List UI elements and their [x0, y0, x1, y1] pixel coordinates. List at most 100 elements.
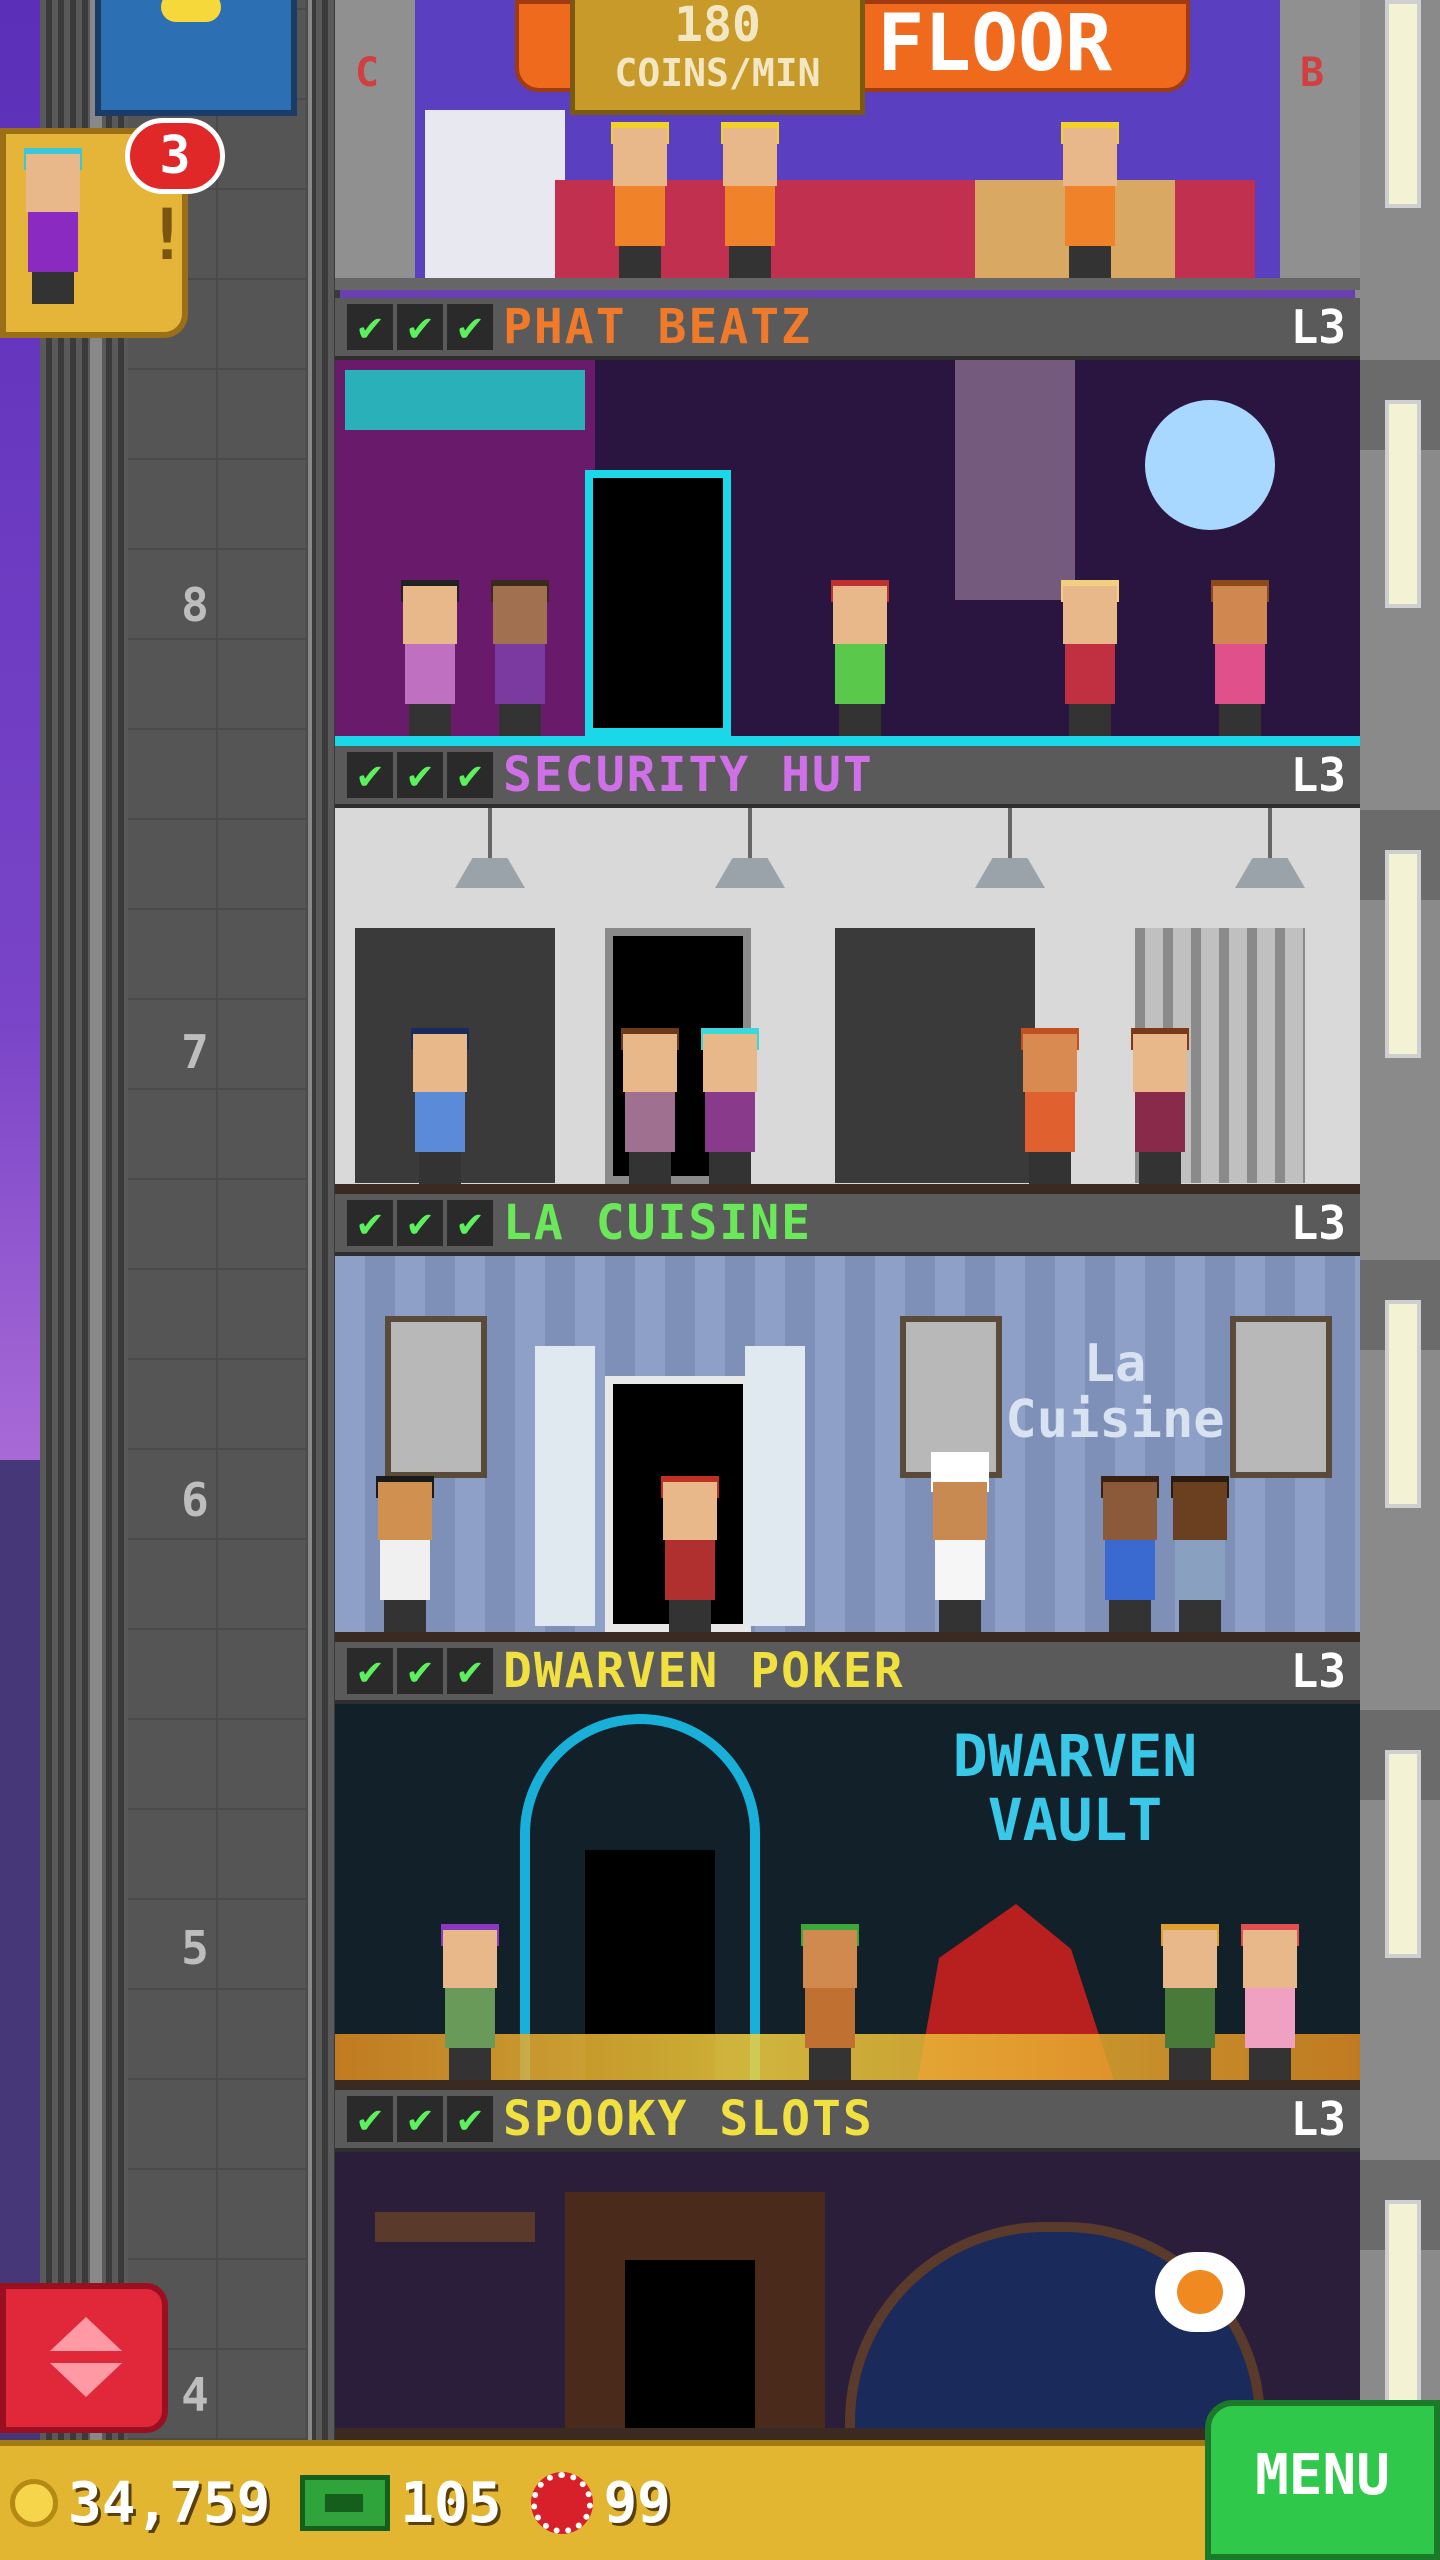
stock-checks: ✔ ✔ ✔	[347, 304, 493, 350]
shaft-floor-number-5: 5	[181, 1921, 209, 1975]
bitizen[interactable]	[395, 580, 465, 736]
room-la-cuisine: La Cuisine	[335, 1256, 1360, 1644]
floor-la-cuisine[interactable]: ✔ ✔ ✔ LA CUISINE L3 La Cuisine	[335, 1194, 1360, 1644]
floor-security-hut[interactable]: ✔ ✔ ✔ SECURITY HUT L3	[335, 746, 1360, 1196]
room-spooky-slots	[335, 2152, 1360, 2440]
bitizen[interactable]	[435, 1924, 505, 2080]
bitizen[interactable]	[825, 580, 895, 736]
tower-window	[1385, 1300, 1421, 1508]
chandelier	[375, 2212, 535, 2242]
neon-bar-light	[345, 370, 585, 430]
coin-icon	[10, 2479, 58, 2527]
wall-painting	[1230, 1316, 1332, 1478]
tower-window	[1385, 1750, 1421, 1958]
disco-ball	[1145, 400, 1275, 530]
bux-value: 105	[400, 2470, 502, 2536]
notification-badge: 3	[125, 118, 225, 194]
bitizen[interactable]	[1165, 1476, 1235, 1632]
bitizen-security-guard[interactable]	[405, 1028, 475, 1184]
tower-window	[1385, 2200, 1421, 2408]
glass-panel	[425, 110, 565, 280]
ceiling-lamp	[965, 808, 1055, 888]
checkmark-icon: ✔	[397, 2096, 443, 2142]
bitizen-chef[interactable]	[925, 1452, 995, 1632]
glass-door-right	[745, 1346, 805, 1626]
checkmark-icon: ✔	[347, 752, 393, 798]
coins-per-minute-badge[interactable]: 180 COINS/MIN	[570, 0, 865, 115]
la-cuisine-wall-sign: La Cuisine	[1005, 1334, 1225, 1450]
shaft-floor-number-4: 4	[181, 2368, 209, 2422]
floor-name: SPOOKY SLOTS	[503, 2091, 874, 2147]
wall-painting	[385, 1316, 487, 1478]
bitizen[interactable]	[1015, 1028, 1085, 1184]
bitizen[interactable]	[655, 1476, 725, 1632]
bitizen[interactable]	[615, 1028, 685, 1184]
tokens-counter[interactable]: 99	[511, 2470, 671, 2536]
tokens-value: 99	[603, 2470, 671, 2536]
checkmark-icon: ✔	[347, 2096, 393, 2142]
shaft-floor-number-6: 6	[181, 1473, 209, 1527]
construction-worker[interactable]	[605, 122, 675, 278]
bux-counter[interactable]: 105	[280, 2471, 501, 2536]
bitizen[interactable]	[485, 580, 555, 736]
elevator-shaft-wall	[128, 0, 308, 2440]
bitizen[interactable]	[1125, 1028, 1195, 1184]
bitizen[interactable]	[695, 1028, 765, 1184]
pillar-left: C	[335, 0, 415, 290]
floor-level: L3	[1290, 2092, 1346, 2146]
menu-button[interactable]: MENU	[1205, 2400, 1440, 2560]
floor-header: ✔ ✔ ✔ PHAT BEATZ L3	[335, 298, 1360, 360]
coins-value: 34,759	[68, 2470, 271, 2536]
pillar-right: B	[1280, 0, 1360, 290]
ceiling-lamp	[445, 808, 535, 888]
construction-worker[interactable]	[715, 122, 785, 278]
bitizen[interactable]	[1235, 1924, 1305, 2080]
floor-level: L3	[1290, 748, 1346, 802]
floor-name: LA CUISINE	[503, 1195, 812, 1251]
room-phat-beatz	[335, 360, 1360, 748]
construction-worker[interactable]	[1055, 122, 1125, 278]
elevator-car[interactable]	[95, 0, 297, 116]
checkmark-icon: ✔	[347, 1200, 393, 1246]
checkmark-icon: ✔	[447, 1648, 493, 1694]
floor-level: L3	[1290, 1196, 1346, 1250]
bitizen[interactable]	[1155, 1924, 1225, 2080]
bitizen-dwarf[interactable]	[795, 1924, 865, 2080]
spotlight-beam	[955, 360, 1075, 600]
floor-level: L3	[1290, 1644, 1346, 1698]
checkmark-icon: ✔	[397, 752, 443, 798]
token-icon	[531, 2472, 594, 2534]
room-door	[625, 2260, 755, 2440]
alert-icon: !	[146, 194, 189, 276]
floor-spooky-slots[interactable]: ✔ ✔ ✔ SPOOKY SLOTS L3	[335, 2090, 1360, 2440]
floor-dwarven-poker[interactable]: ✔ ✔ ✔ DWARVEN POKER L3 DWARVEN VAULT	[335, 1642, 1360, 2092]
floor-header: ✔ ✔ ✔ LA CUISINE L3	[335, 1194, 1360, 1256]
elevator-light	[161, 0, 221, 22]
shaft-floor-number-7: 7	[181, 1025, 209, 1079]
bitizen[interactable]	[1095, 1476, 1165, 1632]
checkmark-icon: ✔	[397, 1648, 443, 1694]
bux-icon	[300, 2475, 391, 2531]
checkmark-icon: ✔	[397, 304, 443, 350]
stock-checks: ✔ ✔ ✔	[347, 2096, 493, 2142]
elevator-up-down-button[interactable]	[0, 2283, 168, 2433]
bitizen[interactable]	[1205, 580, 1275, 736]
tower-window	[1385, 850, 1421, 1058]
checkmark-icon: ✔	[397, 1200, 443, 1246]
checkmark-icon: ✔	[447, 304, 493, 350]
stock-checks: ✔ ✔ ✔	[347, 1200, 493, 1246]
room-door	[585, 470, 731, 736]
floor-header: ✔ ✔ ✔ SECURITY HUT L3	[335, 746, 1360, 808]
floor-name: PHAT BEATZ	[503, 299, 812, 355]
ceiling-lamp	[705, 808, 795, 888]
coin-rate-value: 180	[674, 0, 761, 53]
floor-phat-beatz[interactable]: ✔ ✔ ✔ PHAT BEATZ L3	[335, 298, 1360, 748]
bitizen-waiter[interactable]	[370, 1476, 440, 1632]
coins-counter[interactable]: 34,759	[10, 2471, 270, 2536]
room-dwarven-poker: DWARVEN VAULT	[335, 1704, 1360, 2092]
elevator-down-icon	[50, 2363, 122, 2397]
checkmark-icon: ✔	[447, 752, 493, 798]
tower-window	[1385, 400, 1421, 608]
bitizen[interactable]	[1055, 580, 1125, 736]
floor-header: ✔ ✔ ✔ DWARVEN POKER L3	[335, 1642, 1360, 1704]
